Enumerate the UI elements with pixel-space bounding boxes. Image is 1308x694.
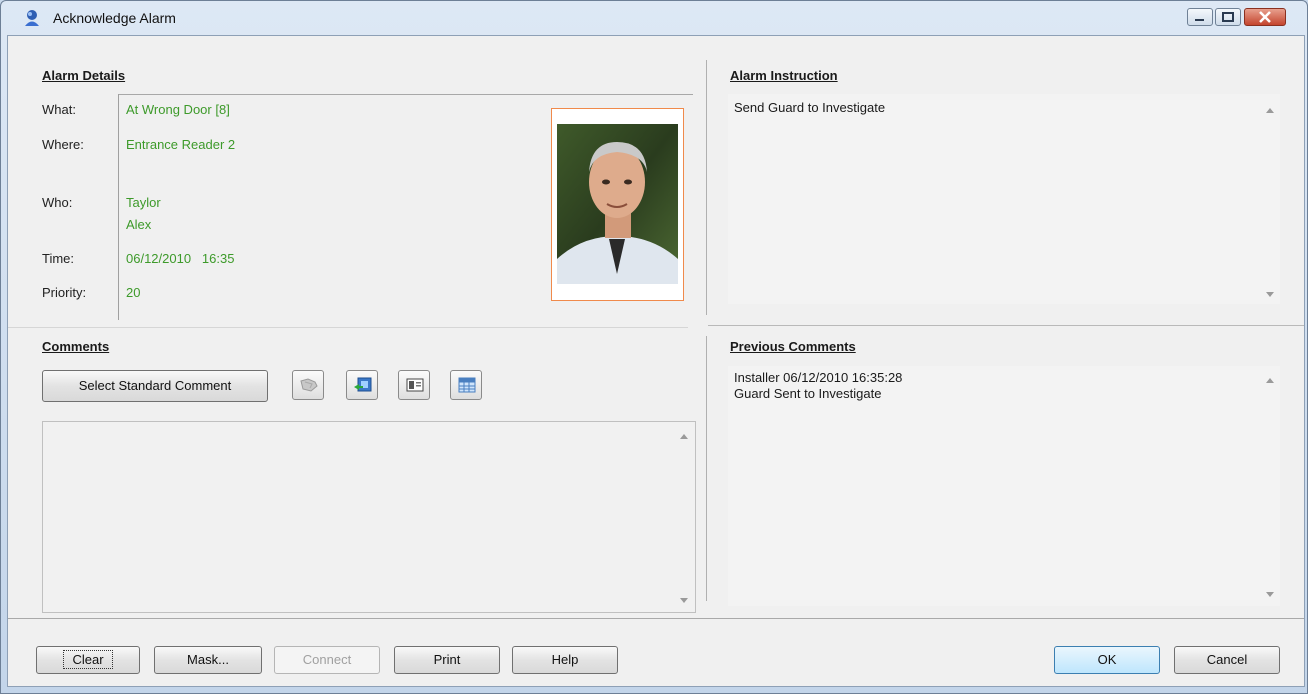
where-value: Entrance Reader 2 — [126, 137, 236, 152]
scroll-down-icon[interactable] — [680, 598, 688, 603]
help-button[interactable]: Help — [512, 646, 618, 674]
grid-icon — [458, 377, 476, 393]
acknowledge-alarm-window: Acknowledge Alarm Alarm Details What: At… — [0, 0, 1308, 694]
comment-scrollbar[interactable] — [676, 422, 692, 612]
dialog-body: Alarm Details What: At Wrong Door [8] Wh… — [7, 35, 1305, 687]
previous-comments-text[interactable]: Installer 06/12/2010 16:35:28 Guard Sent… — [728, 366, 1280, 606]
left-horizontal-divider — [8, 327, 688, 328]
mask-button[interactable]: Mask... — [154, 646, 262, 674]
scroll-down-icon[interactable] — [1266, 592, 1274, 597]
previous-comments-scrollbar[interactable] — [1262, 366, 1278, 606]
select-standard-comment-button[interactable]: Select Standard Comment — [42, 370, 268, 402]
scroll-up-icon[interactable] — [1266, 108, 1274, 113]
where-label: Where: — [42, 137, 84, 152]
right-horizontal-divider — [708, 325, 1304, 326]
details-top-divider — [118, 94, 693, 95]
who-first-name: Alex — [126, 217, 152, 232]
instruction-text: Send Guard to Investigate — [734, 100, 886, 115]
clear-button-label: Clear — [63, 650, 113, 669]
what-value: At Wrong Door [8] — [126, 102, 230, 117]
maximize-icon — [1222, 12, 1234, 22]
person-photo-image — [557, 124, 678, 284]
image-export-icon — [354, 377, 372, 392]
connect-button[interactable]: Connect — [274, 646, 380, 674]
ok-button[interactable]: OK — [1054, 646, 1160, 674]
close-button[interactable] — [1244, 8, 1286, 26]
what-label: What: — [42, 102, 76, 117]
clear-button[interactable]: Clear — [36, 646, 140, 674]
footer-divider — [8, 618, 1304, 619]
time-value: 06/12/2010 16:35 — [126, 251, 235, 266]
maximize-button[interactable] — [1215, 8, 1241, 26]
instruction-scrollbar[interactable] — [1262, 94, 1278, 304]
alarm-instruction-text[interactable]: Send Guard to Investigate — [728, 94, 1280, 304]
window-title: Acknowledge Alarm — [53, 10, 176, 26]
details-label-divider — [118, 94, 119, 320]
bottom-split-divider — [706, 336, 707, 601]
scroll-down-icon[interactable] — [1266, 292, 1274, 297]
alarm-app-icon — [25, 10, 39, 26]
previous-comments-heading: Previous Comments — [730, 339, 856, 354]
comments-heading: Comments — [42, 339, 110, 354]
previous-comment-line-1: Installer 06/12/2010 16:35:28 — [734, 370, 903, 385]
speech-icon — [300, 378, 318, 392]
who-label: Who: — [42, 195, 73, 210]
grid-button[interactable] — [450, 370, 482, 400]
top-split-divider — [706, 60, 707, 315]
who-last-name: Taylor — [126, 195, 161, 210]
speech-button[interactable] — [292, 370, 324, 400]
cancel-button[interactable]: Cancel — [1174, 646, 1280, 674]
image-export-button[interactable] — [346, 370, 378, 400]
alarm-instruction-heading: Alarm Instruction — [730, 68, 838, 83]
time-label: Time: — [42, 251, 75, 266]
card-button[interactable] — [398, 370, 430, 400]
print-button[interactable]: Print — [394, 646, 500, 674]
card-icon — [406, 378, 424, 392]
previous-comment-line-2: Guard Sent to Investigate — [734, 386, 882, 401]
minimize-icon — [1195, 19, 1204, 21]
comment-input[interactable] — [42, 421, 696, 613]
alarm-details-heading: Alarm Details — [42, 68, 126, 83]
scroll-up-icon[interactable] — [680, 434, 688, 439]
scroll-up-icon[interactable] — [1266, 378, 1274, 383]
cardholder-photo — [551, 108, 684, 301]
close-icon — [1259, 11, 1271, 23]
minimize-button[interactable] — [1187, 8, 1213, 26]
title-bar[interactable]: Acknowledge Alarm — [1, 1, 1307, 35]
priority-label: Priority: — [42, 285, 87, 300]
priority-value: 20 — [126, 285, 141, 300]
